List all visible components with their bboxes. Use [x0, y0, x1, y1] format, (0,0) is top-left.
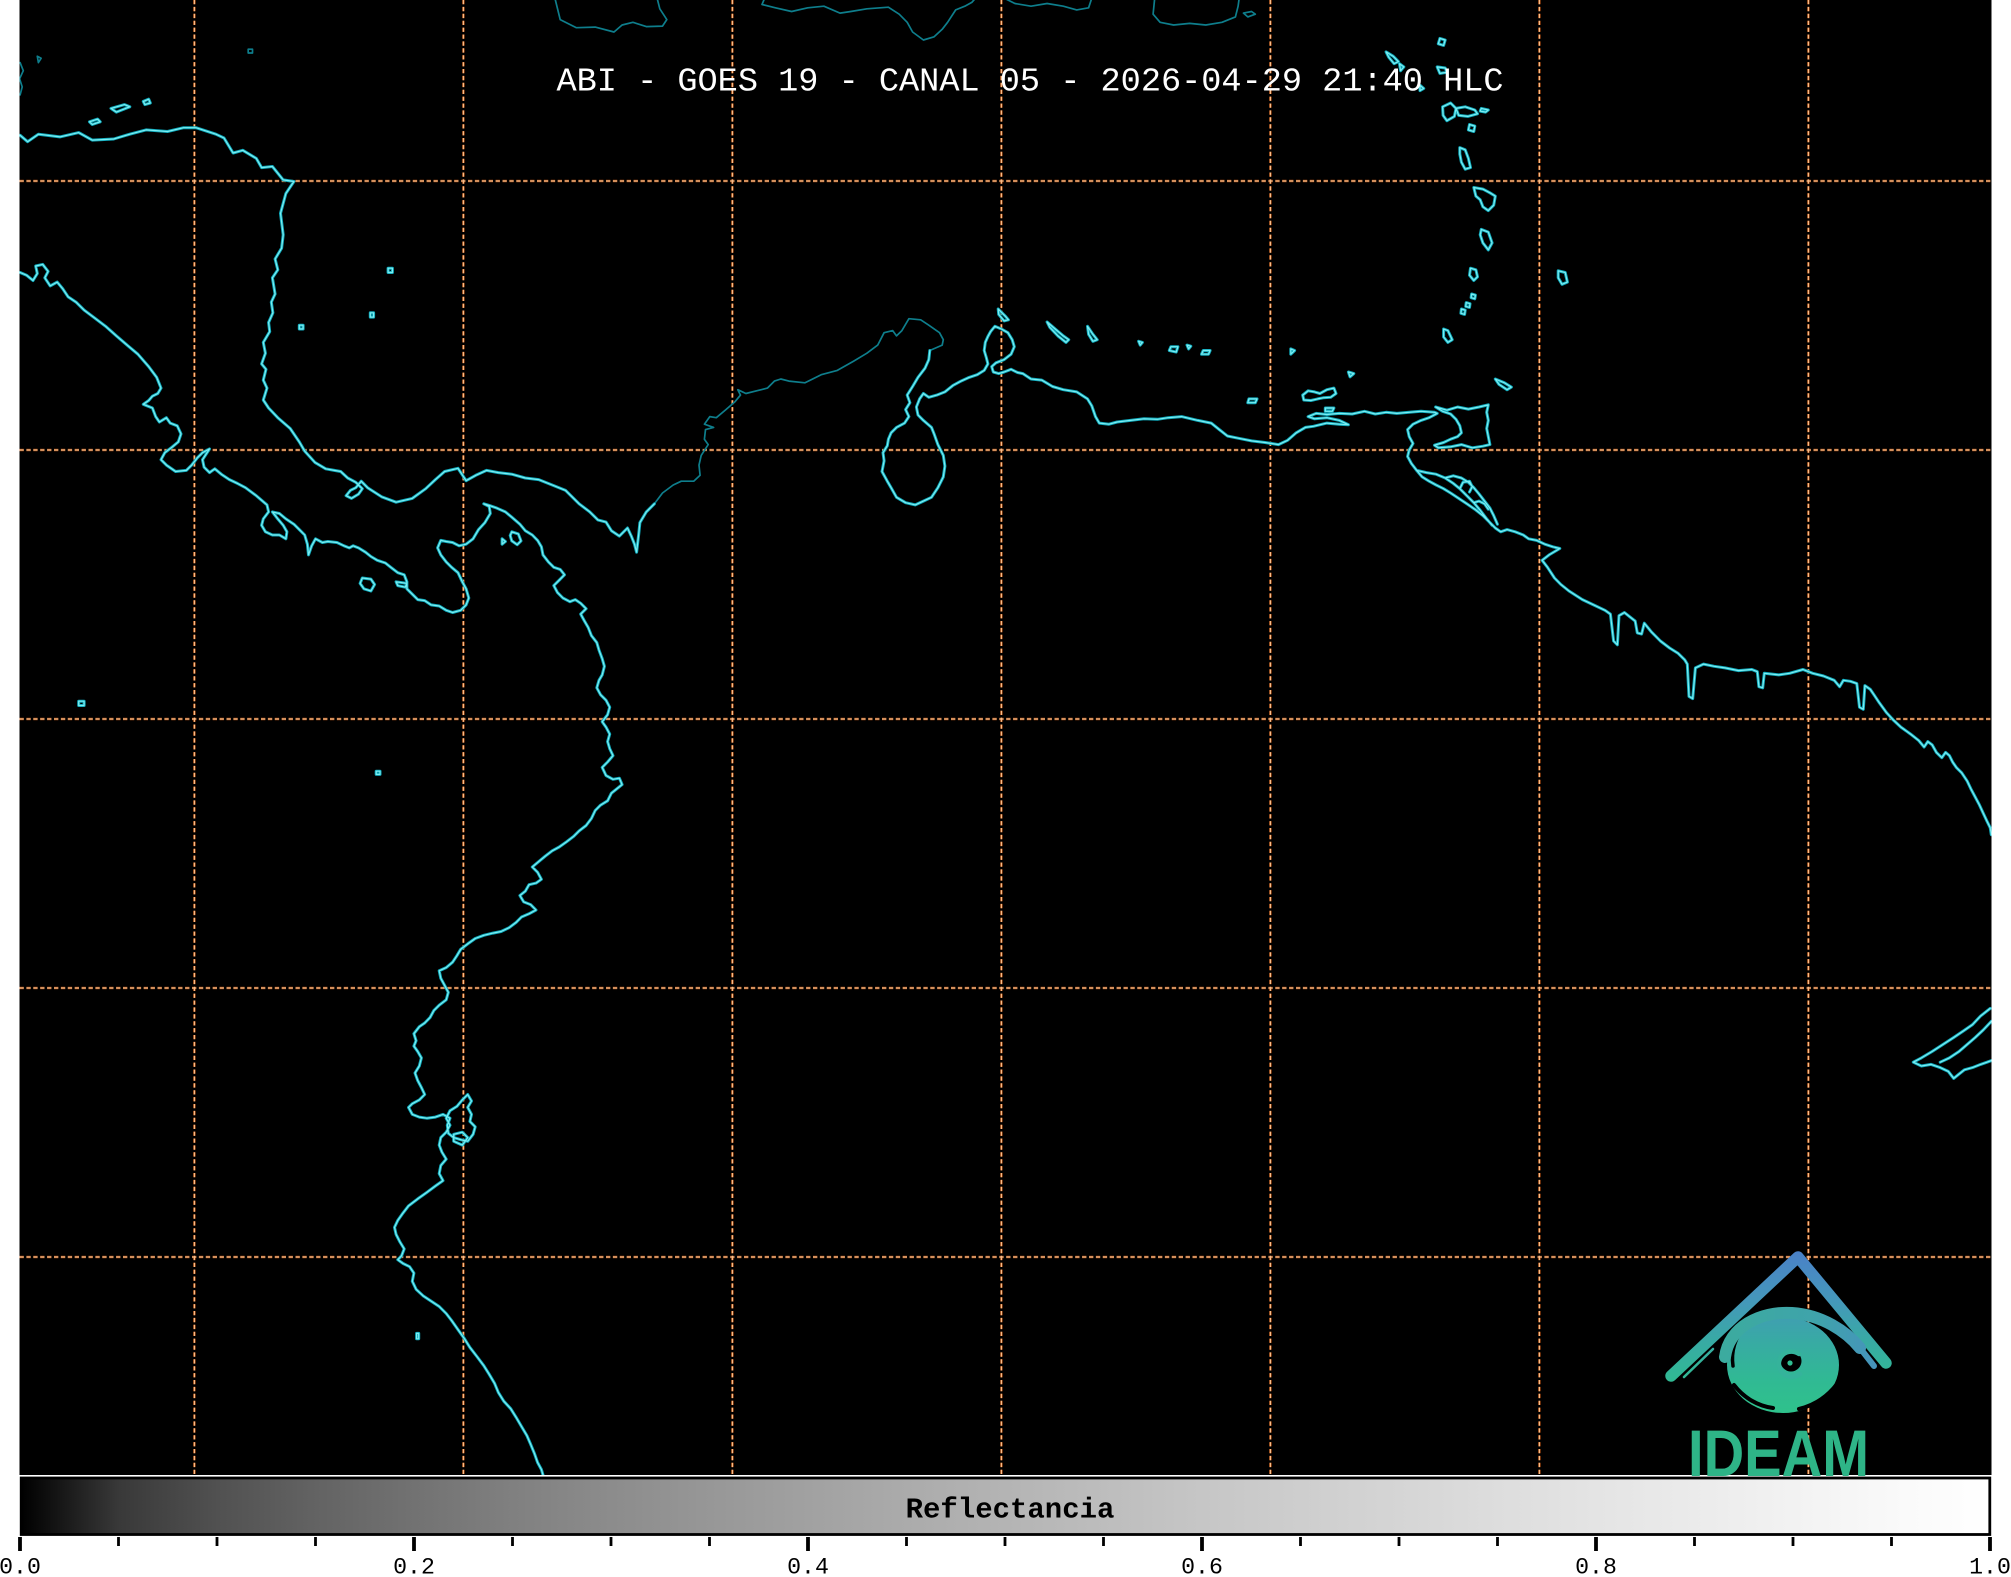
svg-text:Reflectancia: Reflectancia — [906, 1494, 1115, 1527]
svg-text:0.0: 0.0 — [0, 1555, 41, 1577]
svg-text:0.8: 0.8 — [1575, 1555, 1617, 1577]
svg-text:1.0: 1.0 — [1969, 1555, 2011, 1577]
svg-text:0.2: 0.2 — [393, 1555, 435, 1577]
svg-text:0.6: 0.6 — [1181, 1555, 1223, 1577]
svg-text:0.4: 0.4 — [787, 1555, 829, 1577]
svg-text:ABI - GOES 19 - CANAL 05 - 202: ABI - GOES 19 - CANAL 05 - 2026-04-29 21… — [556, 64, 1503, 102]
